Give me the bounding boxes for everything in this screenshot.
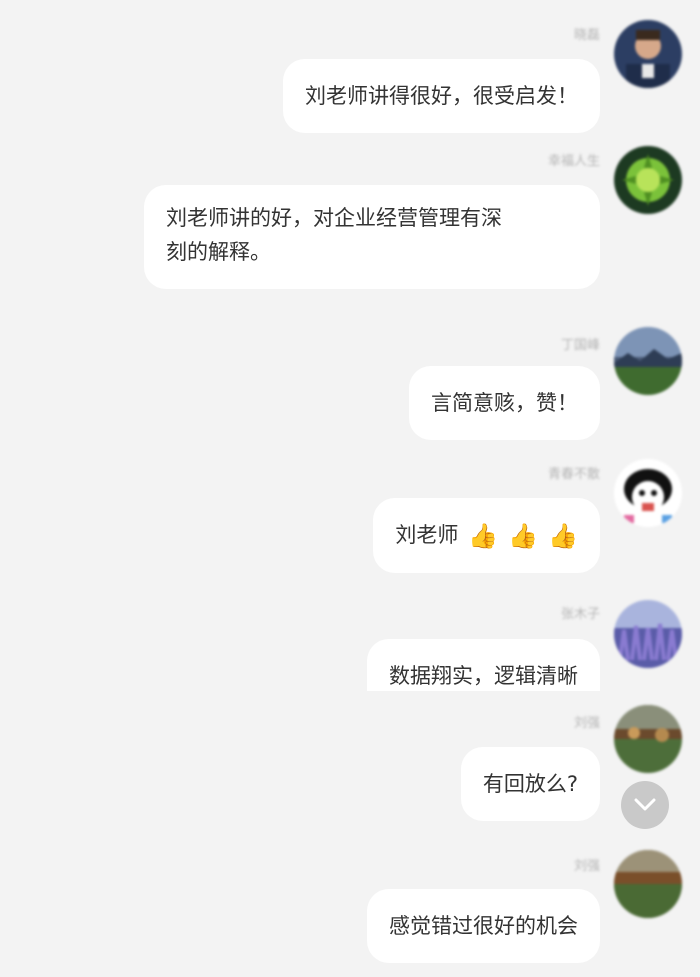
avatar[interactable] bbox=[614, 327, 682, 395]
message-bubble: 言简意赅，赞！ bbox=[409, 366, 600, 440]
scroll-to-bottom-button[interactable] bbox=[621, 781, 669, 829]
thumbs-up-icon: 👍 bbox=[508, 522, 539, 550]
sender-name: 刘强 bbox=[573, 859, 600, 874]
avatar[interactable] bbox=[614, 850, 682, 918]
message-bubble: 数据翔实，逻辑清晰 bbox=[367, 639, 600, 691]
message-bubble: 有回放么? bbox=[460, 747, 600, 821]
chevron-down-icon bbox=[634, 798, 656, 811]
thumbs-up-icon: 👍 bbox=[468, 522, 499, 550]
avatar[interactable] bbox=[614, 146, 682, 214]
avatar[interactable] bbox=[614, 459, 682, 527]
message-text: 刘老师 bbox=[395, 523, 459, 547]
thumbs-up-icon: 👍 bbox=[548, 522, 578, 550]
avatar[interactable] bbox=[614, 600, 682, 668]
sender-name: 张木子 bbox=[560, 607, 600, 622]
message-bubble: 感觉错过很好的机会 bbox=[367, 889, 600, 963]
sender-name: 青春不散 bbox=[547, 467, 600, 482]
sender-name: 幸福人生 bbox=[547, 154, 600, 169]
message-bubble: 刘老师讲得很好，很受启发！ bbox=[283, 59, 600, 133]
sender-name: 晓磊 bbox=[573, 28, 600, 43]
sender-name: 刘强 bbox=[573, 716, 600, 731]
chat-message-list[interactable]: 晓磊 刘老师讲得很好，很受启发！ 幸福人生 刘老师讲的好，对企业经营管理有深 刻… bbox=[0, 0, 700, 977]
avatar[interactable] bbox=[614, 20, 682, 88]
message-bubble: 刘老师讲的好，对企业经营管理有深 刻的解释。 bbox=[144, 185, 600, 289]
message-bubble: 刘老师 👍 👍 👍 bbox=[373, 498, 600, 573]
avatar[interactable] bbox=[614, 705, 682, 773]
sender-name: 丁国峰 bbox=[560, 338, 600, 353]
